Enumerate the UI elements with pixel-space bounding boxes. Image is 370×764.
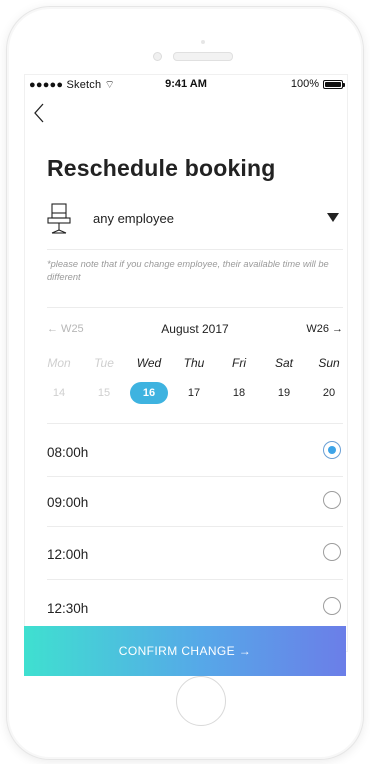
day-date: 20 — [322, 387, 336, 399]
time-slot[interactable]: 08:00h — [47, 427, 343, 477]
day-tue[interactable]: Tue 15 — [86, 356, 122, 404]
day-fri[interactable]: Fri 18 — [221, 356, 257, 404]
day-mon[interactable]: Mon 14 — [41, 356, 77, 404]
status-bar: ●●●●● Sketch ⌔ 9:41 AM 100% — [25, 75, 347, 93]
time-slot-label: 12:00h — [47, 547, 89, 562]
divider — [47, 249, 343, 250]
earpiece-speaker — [173, 52, 233, 61]
day-thu[interactable]: Thu 17 — [176, 356, 212, 404]
time-slot-label: 08:00h — [47, 445, 89, 460]
day-name: Sun — [318, 356, 340, 370]
chevron-left-icon — [34, 103, 44, 123]
day-name: Fri — [232, 356, 246, 370]
caret-down-icon — [327, 213, 339, 222]
day-name: Sat — [274, 356, 293, 370]
divider — [47, 423, 343, 424]
employee-value: any employee — [93, 211, 174, 226]
battery-status: 100% — [290, 78, 345, 90]
next-week-button[interactable]: W26 → — [306, 323, 343, 335]
home-button[interactable] — [176, 676, 226, 726]
chair-icon — [47, 203, 71, 234]
employee-note: *please note that if you change employee… — [47, 259, 329, 282]
day-date: 15 — [97, 387, 111, 399]
radio-icon[interactable] — [323, 597, 341, 615]
divider — [47, 526, 343, 527]
time-slot[interactable]: 09:00h — [47, 477, 343, 527]
sensor-dot — [201, 40, 205, 44]
day-date: 17 — [187, 387, 201, 399]
day-date: 19 — [277, 387, 291, 399]
day-sat[interactable]: Sat 19 — [266, 356, 302, 404]
radio-icon[interactable] — [323, 543, 341, 561]
week-navigation: ← W25 August 2017 W26 → — [47, 321, 343, 339]
divider — [47, 579, 343, 580]
time-slot-label: 09:00h — [47, 495, 89, 510]
day-name: Thu — [183, 356, 205, 370]
time-slot[interactable]: 12:00h — [47, 529, 343, 579]
day-name: Wed — [136, 356, 162, 370]
employee-select[interactable]: any employee — [47, 203, 343, 247]
app-screen: ●●●●● Sketch ⌔ 9:41 AM 100% Reschedule b… — [24, 74, 348, 652]
day-date: 14 — [52, 387, 66, 399]
day-date: 18 — [232, 387, 246, 399]
divider — [47, 307, 343, 308]
month-label: August 2017 — [161, 322, 229, 336]
battery-icon — [323, 79, 345, 89]
battery-percent: 100% — [290, 78, 319, 90]
radio-selected-icon[interactable] — [323, 441, 341, 459]
day-sun[interactable]: Sun 20 — [311, 356, 347, 404]
confirm-change-button[interactable]: CONFIRM CHANGE → — [24, 626, 346, 676]
day-wed[interactable]: Wed 16 — [130, 356, 168, 404]
page-title: Reschedule booking — [47, 155, 276, 181]
time-slot-label: 12:30h — [47, 601, 89, 616]
back-button[interactable] — [33, 103, 53, 127]
front-camera — [153, 52, 162, 61]
radio-icon[interactable] — [323, 491, 341, 509]
day-date: 16 — [130, 382, 168, 404]
day-name: Mon — [47, 356, 71, 370]
day-name: Tue — [94, 356, 114, 370]
